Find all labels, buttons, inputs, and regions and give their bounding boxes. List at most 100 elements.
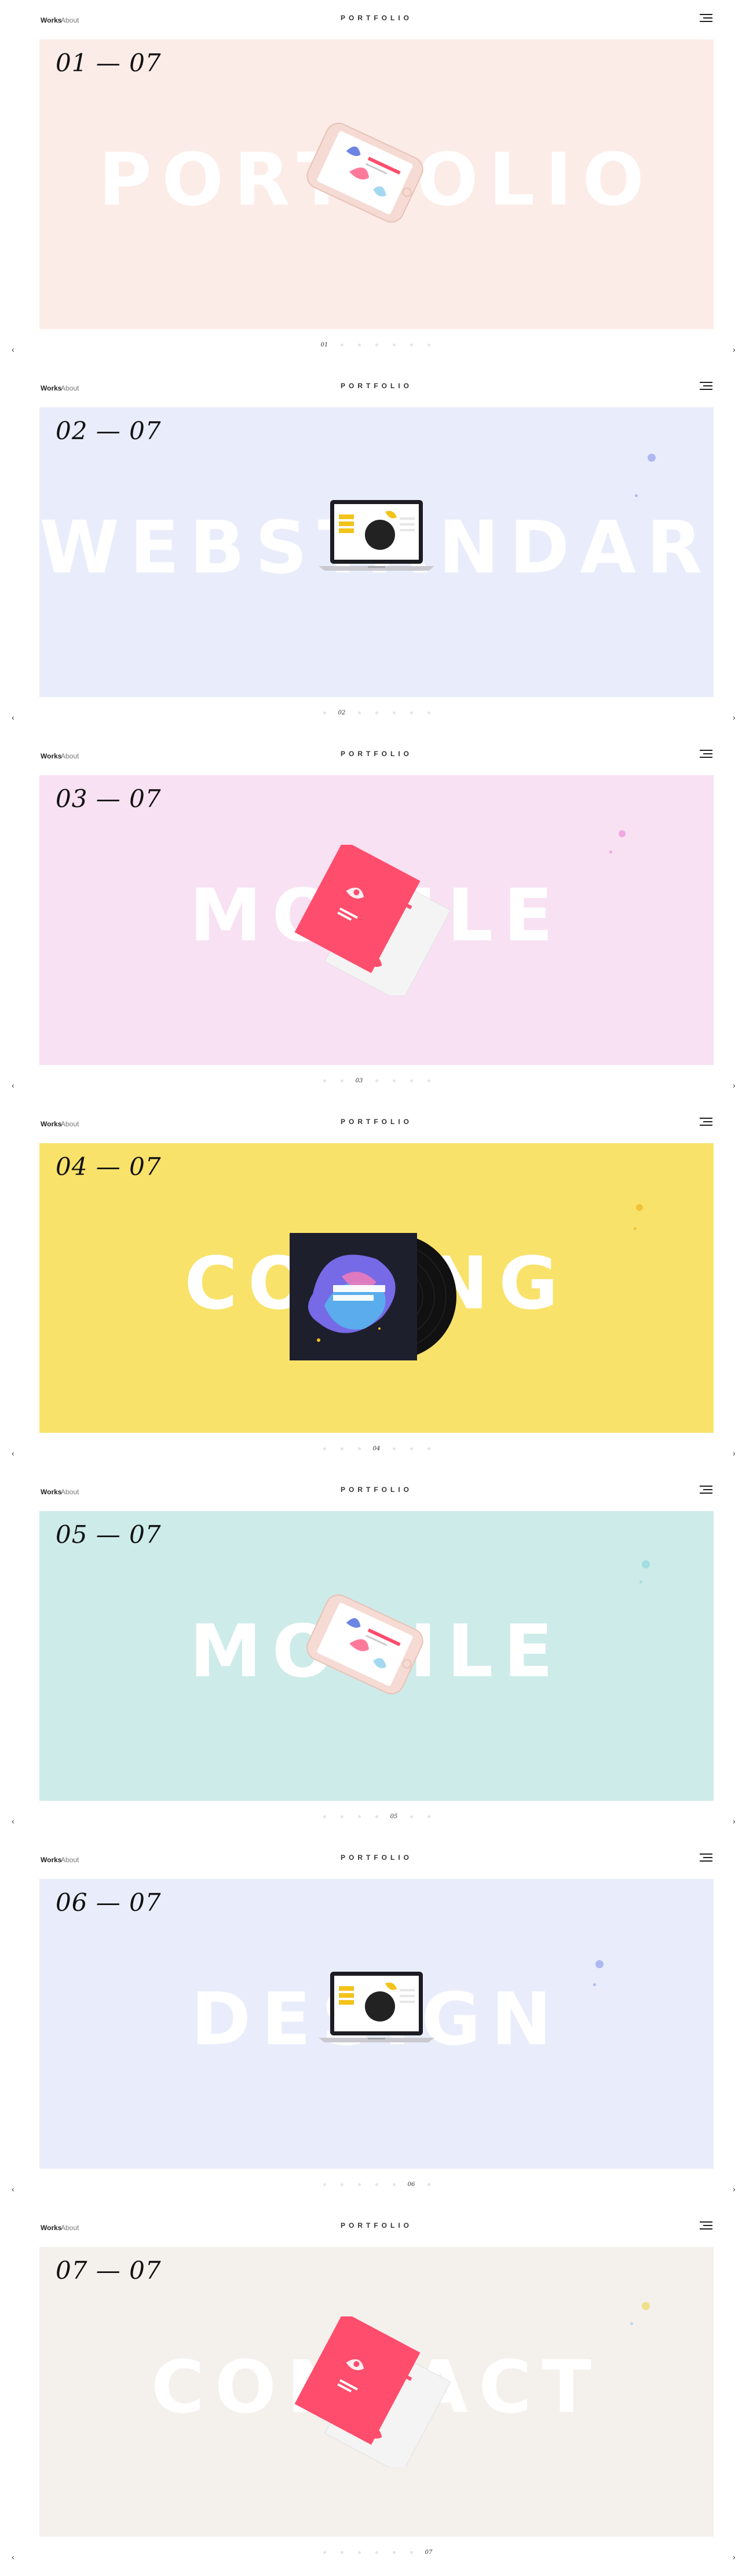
hamburger-menu-icon[interactable]: [700, 1118, 712, 1127]
pager-dot[interactable]: [368, 1078, 385, 1084]
brand-logo[interactable]: PORTFOLIO: [0, 14, 753, 22]
slide-counter: 01 — 07: [56, 49, 162, 77]
pager-dot[interactable]: [385, 342, 403, 348]
business-cards-mockup: [294, 845, 451, 995]
pager-item-active[interactable]: 04: [368, 1446, 385, 1452]
pager-dot[interactable]: [368, 2549, 385, 2556]
pager-dot[interactable]: [385, 710, 403, 716]
pager-dot[interactable]: [333, 342, 350, 348]
pager-item-active[interactable]: 06: [403, 2181, 420, 2188]
pager-dot[interactable]: [420, 342, 437, 348]
decorative-dot: [642, 1560, 650, 1568]
decorative-dot: [634, 1227, 637, 1230]
pager-dot[interactable]: [368, 710, 385, 716]
decorative-dot: [595, 1960, 604, 1968]
slide-panel[interactable]: 05 — 07 MOBILE: [39, 1511, 714, 1801]
hamburger-menu-icon[interactable]: [700, 1486, 712, 1495]
slide-pagination: 02: [0, 710, 753, 716]
pager-dot[interactable]: [350, 342, 368, 348]
slide-pagination: 04: [0, 1446, 753, 1452]
pager-dot[interactable]: [420, 710, 437, 716]
phone-mockup: [306, 1594, 423, 1695]
portfolio-slide: Works About PORTFOLIO 05 — 07 MOBILE ‹ ›…: [0, 1472, 753, 1840]
pager-dot[interactable]: [385, 1446, 403, 1452]
brand-logo[interactable]: PORTFOLIO: [0, 1853, 753, 1862]
pager-dot[interactable]: [316, 1078, 333, 1084]
pager-dot[interactable]: [385, 2549, 403, 2556]
pager-dot[interactable]: [420, 2181, 437, 2188]
decorative-dot: [642, 2302, 650, 2310]
portfolio-slide: Works About PORTFOLIO 01 — 07 PORTFOLIO …: [0, 0, 753, 368]
pager-dot[interactable]: [368, 2181, 385, 2188]
slide-counter: 07 — 07: [56, 2256, 162, 2285]
slide-panel[interactable]: 07 — 07 CONTACT: [39, 2247, 714, 2537]
slide-panel[interactable]: 04 — 07 CODING: [39, 1143, 714, 1433]
pager-dot[interactable]: [403, 1814, 420, 1820]
pager-item-active[interactable]: 01: [316, 342, 333, 348]
hamburger-menu-icon[interactable]: [700, 2221, 712, 2231]
brand-logo[interactable]: PORTFOLIO: [0, 1486, 753, 1494]
slide-panel[interactable]: 02 — 07 WEBSTANDARD: [39, 407, 714, 697]
pager-dot[interactable]: [333, 2549, 350, 2556]
hamburger-menu-icon[interactable]: [700, 382, 712, 391]
phone-mockup: [306, 122, 423, 223]
slide-counter: 04 — 07: [56, 1152, 162, 1181]
brand-logo[interactable]: PORTFOLIO: [0, 1118, 753, 1126]
slide-counter: 06 — 07: [56, 1888, 162, 1917]
laptop-mockup: [319, 500, 434, 571]
slide-pagination: 07: [0, 2549, 753, 2556]
hamburger-menu-icon[interactable]: [700, 750, 712, 759]
slide-panel[interactable]: 03 — 07 MOBILE: [39, 775, 714, 1065]
pager-dot[interactable]: [333, 1446, 350, 1452]
pager-dot[interactable]: [385, 2181, 403, 2188]
pager-dot[interactable]: [333, 2181, 350, 2188]
pager-dot[interactable]: [403, 342, 420, 348]
pager-dot[interactable]: [350, 710, 368, 716]
decorative-dot: [609, 851, 612, 853]
decorative-dot: [639, 1581, 642, 1583]
pager-dot[interactable]: [420, 1078, 437, 1084]
pager-dot[interactable]: [316, 1446, 333, 1452]
pager-dot[interactable]: [333, 1814, 350, 1820]
decorative-dot: [630, 2322, 633, 2325]
pager-dot[interactable]: [350, 2549, 368, 2556]
pager-dot[interactable]: [350, 1446, 368, 1452]
portfolio-slide: Works About PORTFOLIO 03 — 07 MOBILE ‹ ›…: [0, 736, 753, 1104]
brand-logo[interactable]: PORTFOLIO: [0, 750, 753, 758]
slide-pagination: 03: [0, 1078, 753, 1084]
brand-logo[interactable]: PORTFOLIO: [0, 382, 753, 390]
pager-dot[interactable]: [333, 1078, 350, 1084]
pager-item-active[interactable]: 05: [385, 1814, 403, 1820]
pager-dot[interactable]: [403, 2549, 420, 2556]
pager-item-active[interactable]: 07: [420, 2549, 437, 2556]
slide-pagination: 05: [0, 1814, 753, 1820]
pager-dot[interactable]: [385, 1078, 403, 1084]
slide-panel[interactable]: 01 — 07 PORTFOLIO: [39, 39, 714, 329]
pager-dot[interactable]: [420, 1446, 437, 1452]
pager-dot[interactable]: [316, 2181, 333, 2188]
business-cards-mockup: [294, 2316, 451, 2467]
pager-dot[interactable]: [403, 1446, 420, 1452]
pager-dot[interactable]: [420, 1814, 437, 1820]
pager-dot[interactable]: [316, 710, 333, 716]
hamburger-menu-icon[interactable]: [700, 1853, 712, 1863]
pager-dot[interactable]: [368, 1814, 385, 1820]
pager-dot[interactable]: [403, 1078, 420, 1084]
pager-dot[interactable]: [350, 2181, 368, 2188]
portfolio-slide: Works About PORTFOLIO 02 — 07 WEBSTANDAR…: [0, 368, 753, 736]
pager-dot[interactable]: [350, 1814, 368, 1820]
pager-dot[interactable]: [316, 1814, 333, 1820]
hamburger-menu-icon[interactable]: [700, 14, 712, 23]
decorative-dot: [636, 1204, 643, 1211]
slide-panel[interactable]: 06 — 07 DESIGN: [39, 1879, 714, 2169]
pager-item-active[interactable]: 03: [350, 1078, 368, 1084]
brand-logo[interactable]: PORTFOLIO: [0, 2221, 753, 2230]
decorative-dot: [648, 454, 656, 462]
laptop-mockup: [319, 1972, 434, 2042]
pager-dot[interactable]: [316, 2549, 333, 2556]
pager-dot[interactable]: [368, 342, 385, 348]
pager-item-active[interactable]: 02: [333, 710, 350, 716]
slide-pagination: 06: [0, 2181, 753, 2188]
portfolio-slide: Works About PORTFOLIO 04 — 07 CODING ‹ ›…: [0, 1104, 753, 1472]
pager-dot[interactable]: [403, 710, 420, 716]
